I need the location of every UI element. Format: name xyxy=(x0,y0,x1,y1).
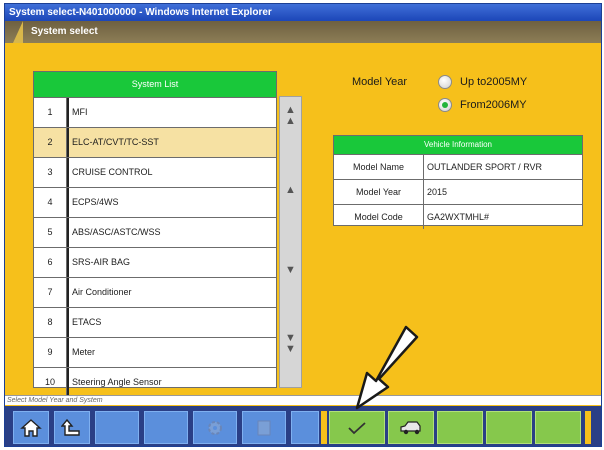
browser-window: System select-N401000000 - Windows Inter… xyxy=(4,3,602,447)
pointer-arrow-icon xyxy=(355,325,419,410)
